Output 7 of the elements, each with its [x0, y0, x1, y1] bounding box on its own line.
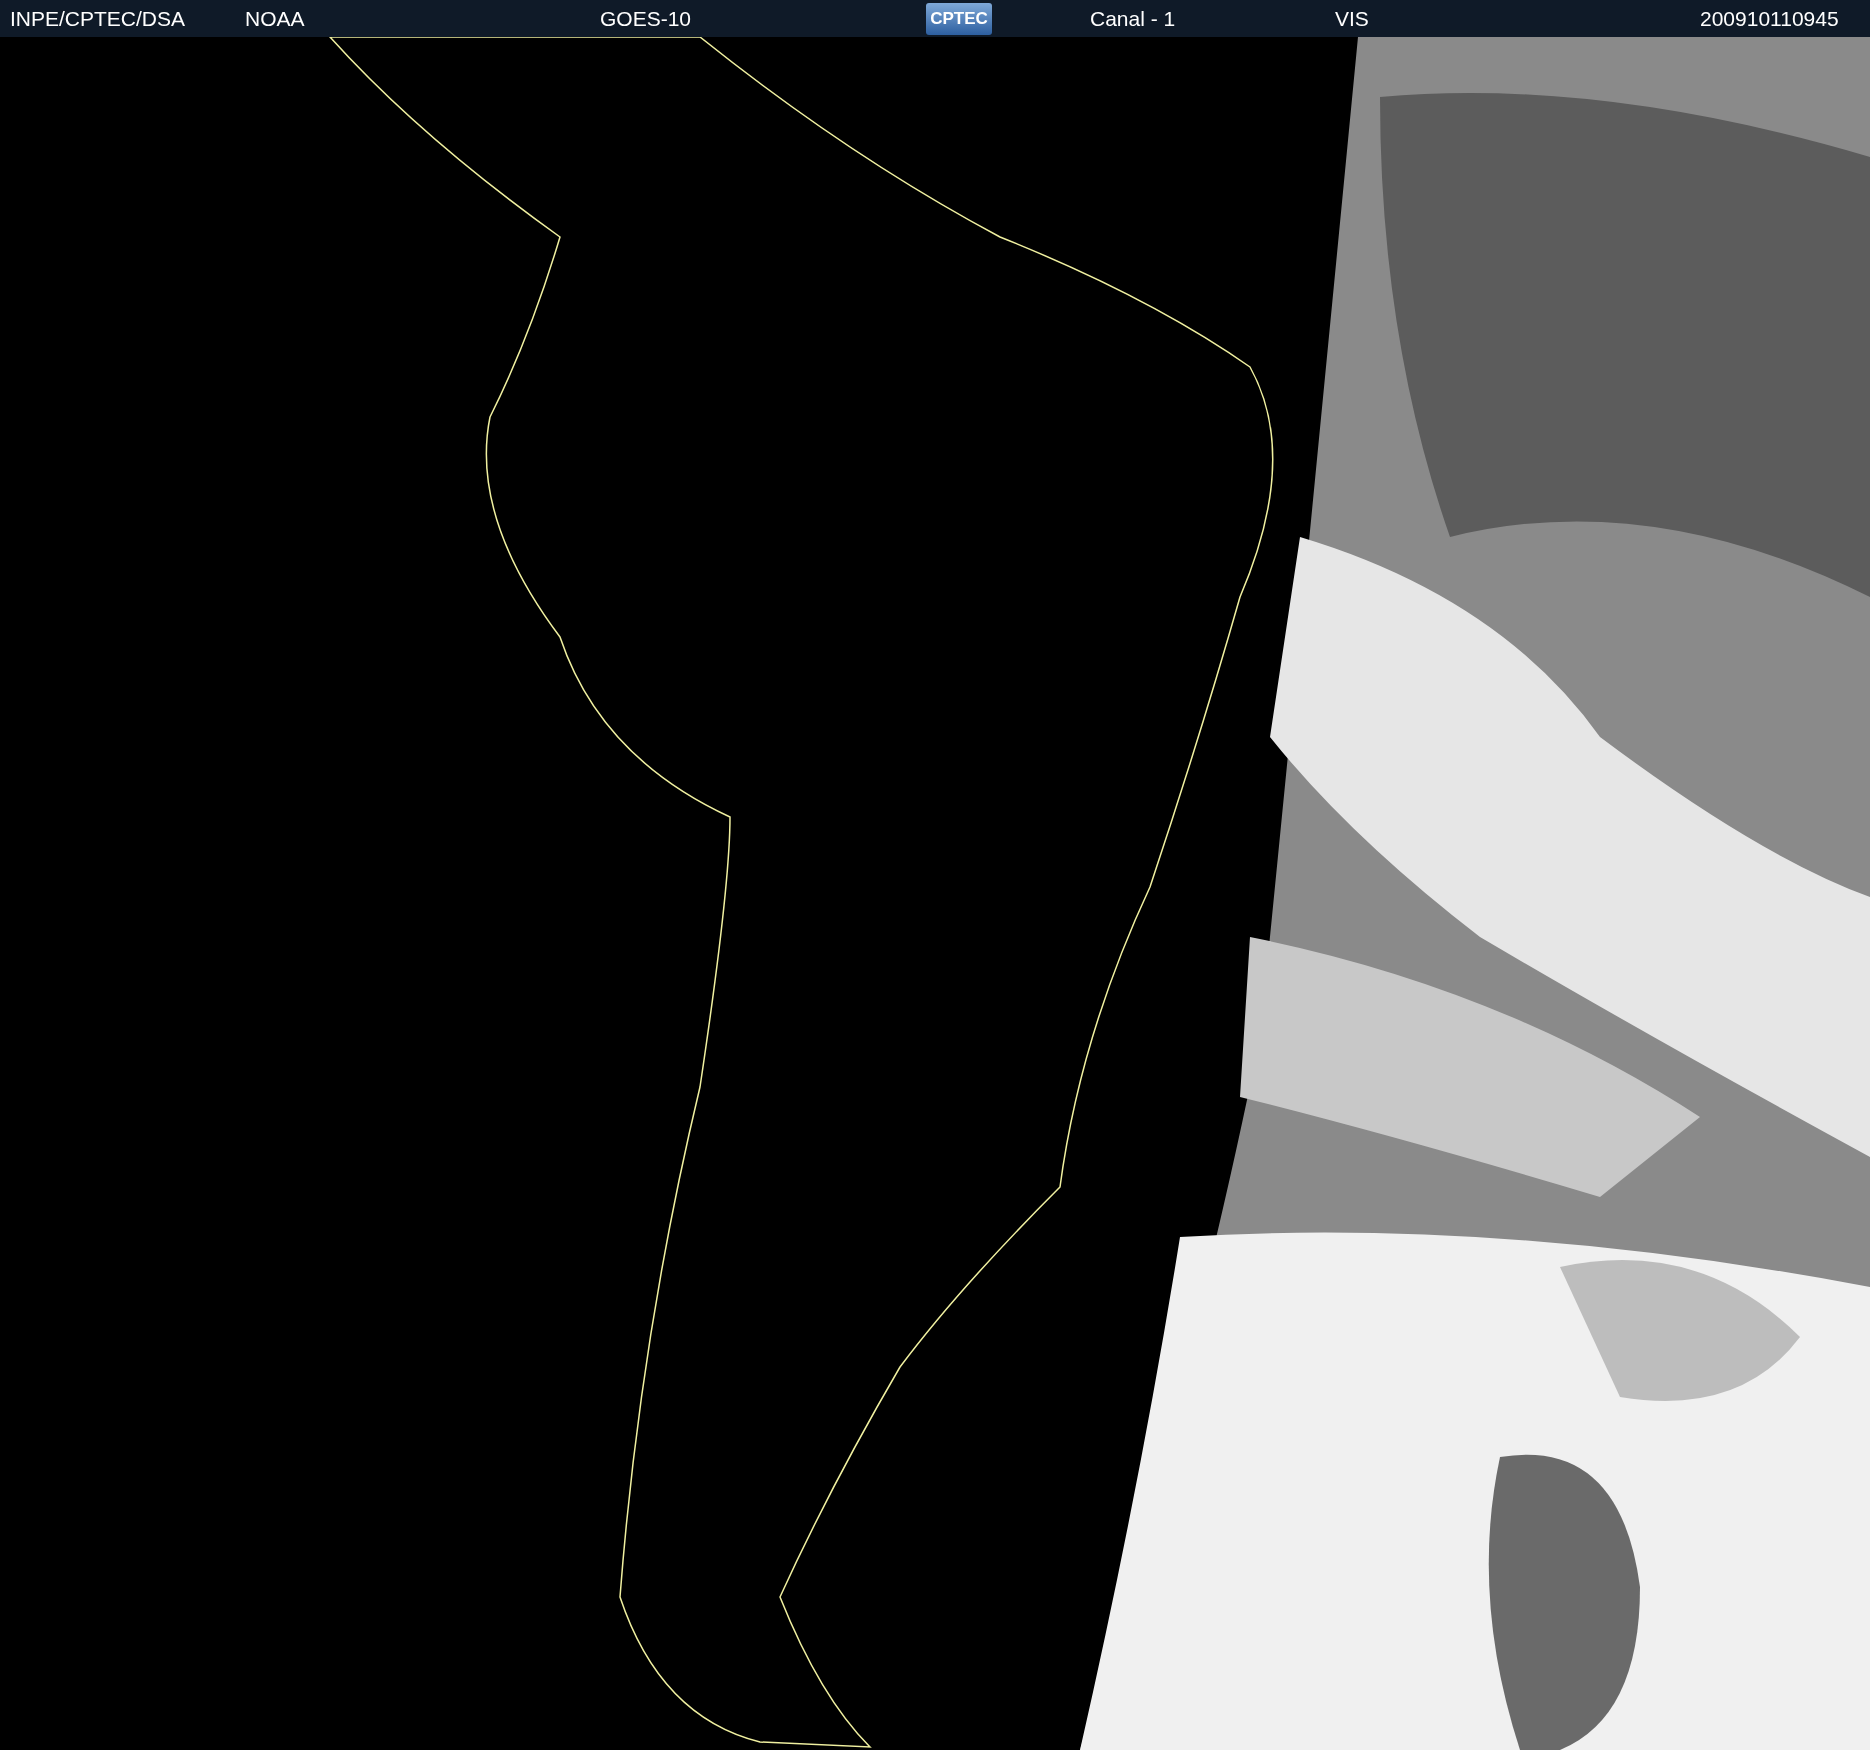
agency-label: NOAA: [245, 6, 306, 31]
channel-label: Canal - 1: [1090, 6, 1177, 31]
band-label: VIS: [1335, 6, 1370, 31]
timestamp-label: 200910110945: [1700, 6, 1839, 31]
satellite-label: GOES-10: [600, 6, 693, 31]
source-label: INPE/CPTEC/DSA: [10, 6, 187, 31]
logo: CPTEC: [926, 2, 992, 35]
